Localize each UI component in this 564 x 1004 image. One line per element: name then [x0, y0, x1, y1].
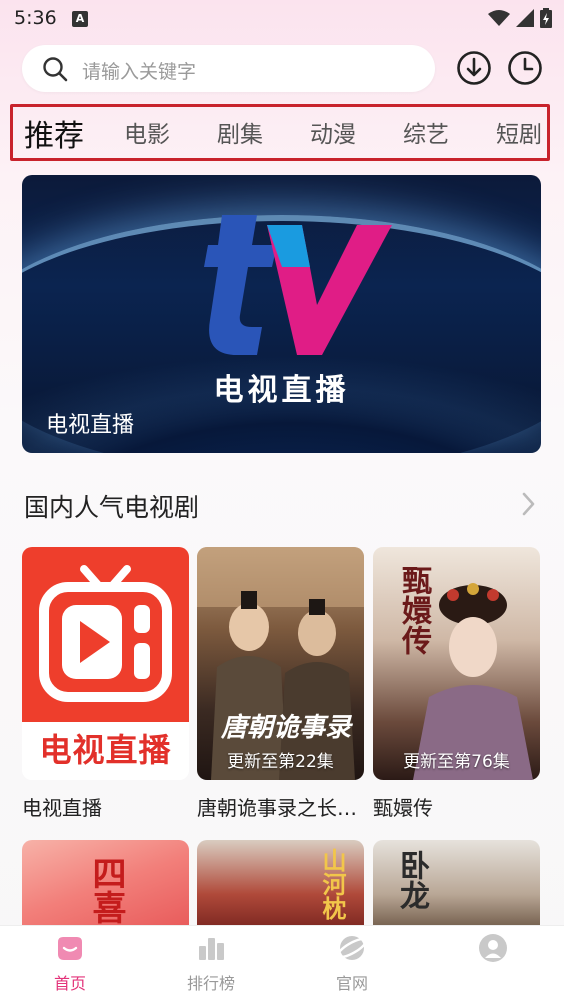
poster-title: 四喜 — [86, 856, 126, 924]
tv-logo — [204, 215, 392, 355]
poster-figures — [197, 547, 364, 780]
notification-icon: A — [72, 11, 88, 27]
nav-label: 首页 — [53, 974, 86, 993]
live-tv-logo-bg — [22, 547, 189, 722]
poster-title: 山河枕 — [318, 848, 346, 920]
poster-title: 唐朝诡事录 — [221, 713, 352, 743]
live-tv-logo-caption: 电视直播 — [22, 722, 189, 780]
status-icons — [488, 8, 552, 28]
status-time: 5:36 — [14, 7, 57, 29]
card-tang-dynasty[interactable]: 唐朝诡事录 更新至第22集 — [197, 547, 364, 780]
banner-center-text: 电视直播 — [213, 373, 350, 408]
card-live-tv[interactable]: 电视直播 — [22, 547, 189, 780]
banner[interactable]: 电视直播 电视直播 — [22, 175, 541, 453]
bottom-nav: 首页 排行榜 官网 — [0, 925, 564, 1004]
card-title: 唐朝诡事录之长… — [197, 796, 357, 820]
chevron-right-icon[interactable] — [518, 490, 538, 518]
tab-anime[interactable]: 动漫 — [310, 115, 356, 149]
poster-title: 甄嬛传 — [396, 565, 431, 655]
signal-icon — [516, 9, 534, 27]
section-title: 国内人气电视剧 — [24, 493, 200, 522]
search-input[interactable]: 请输入关键字 — [22, 45, 435, 92]
battery-icon — [540, 8, 552, 28]
category-tabs-highlight — [10, 104, 550, 161]
poster-title: 卧龙 — [394, 850, 429, 910]
tv-play-icon — [39, 565, 172, 702]
status-bar: 5:36 A — [0, 0, 564, 38]
history-icon[interactable] — [507, 50, 543, 86]
banner-caption: 电视直播 — [46, 413, 135, 438]
nav-home[interactable]: 首页 — [25, 932, 115, 994]
card-partial[interactable]: 山河枕 — [197, 840, 364, 930]
tab-short-drama[interactable]: 短剧 — [496, 115, 542, 149]
card-partial[interactable]: 四喜 — [22, 840, 189, 930]
download-icon[interactable] — [456, 50, 492, 86]
tab-recommend[interactable]: 推荐 — [24, 111, 84, 155]
tab-movies[interactable]: 电影 — [124, 115, 170, 149]
card-partial[interactable]: 卧龙 — [373, 840, 540, 930]
nav-label: 官网 — [335, 974, 368, 993]
episode-badge: 更新至第76集 — [403, 752, 510, 772]
nav-official-site[interactable]: 官网 — [307, 932, 397, 994]
card-title: 电视直播 — [22, 796, 102, 820]
search-placeholder: 请输入关键字 — [82, 61, 197, 83]
home-icon — [58, 937, 82, 960]
profile-icon — [479, 934, 507, 962]
chart-icon — [199, 938, 224, 960]
card-title: 甄嬛传 — [373, 796, 433, 820]
search-icon — [43, 57, 68, 82]
tab-series[interactable]: 剧集 — [217, 115, 263, 149]
nav-profile[interactable] — [448, 932, 538, 970]
tab-variety[interactable]: 综艺 — [403, 115, 449, 149]
planet-icon — [336, 936, 368, 960]
nav-ranking[interactable]: 排行榜 — [166, 932, 256, 994]
wifi-icon — [488, 10, 510, 26]
card-zhen-huan[interactable]: 甄嬛传 更新至第76集 — [373, 547, 540, 780]
nav-label: 排行榜 — [186, 974, 235, 993]
episode-badge: 更新至第22集 — [227, 752, 334, 772]
